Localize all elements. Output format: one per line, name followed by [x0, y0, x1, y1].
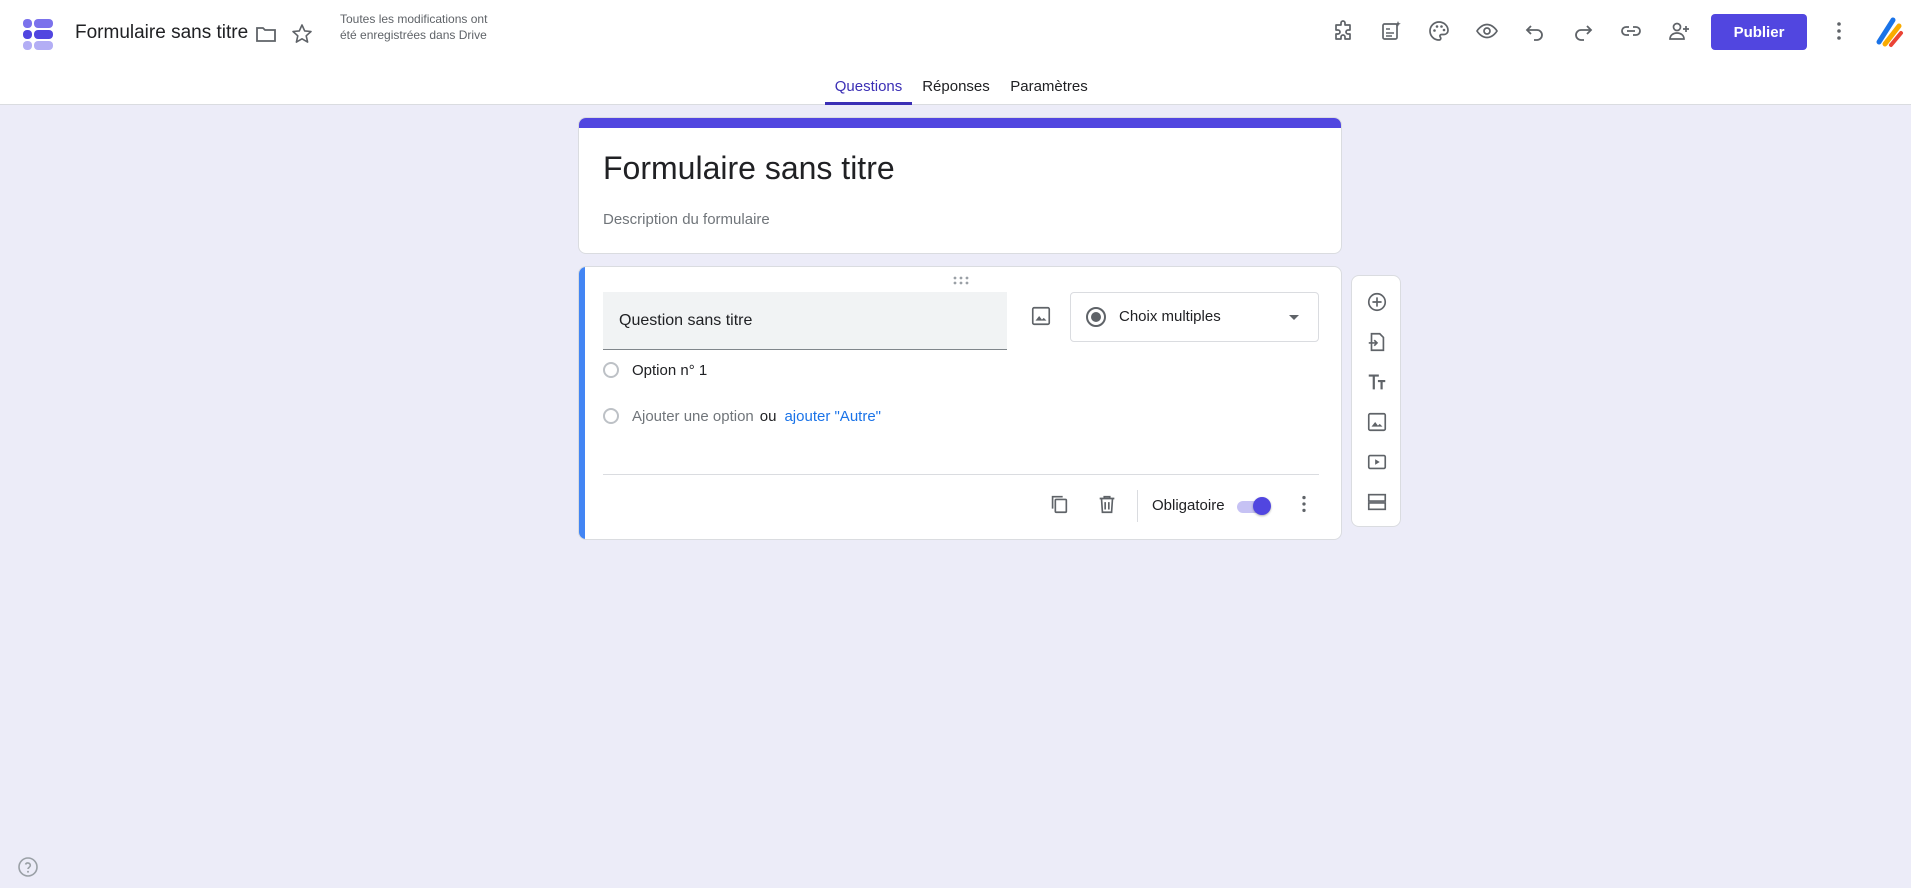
drag-handle-icon[interactable]	[951, 275, 971, 287]
add-title-icon[interactable]	[1365, 370, 1389, 394]
ai-form-icon[interactable]	[1379, 19, 1403, 43]
add-video-icon[interactable]	[1365, 450, 1389, 474]
undo-icon[interactable]	[1523, 19, 1547, 43]
question-type-label: Choix multiples	[1119, 308, 1221, 325]
form-title[interactable]: Formulaire sans titre	[603, 150, 895, 187]
form-description-field[interactable]: Description du formulaire	[603, 211, 770, 228]
forms-logo-icon[interactable]	[20, 16, 56, 52]
tab-responses[interactable]: Réponses	[918, 78, 994, 105]
add-image-icon[interactable]	[1365, 410, 1389, 434]
publish-button[interactable]: Publier	[1711, 14, 1807, 50]
question-card[interactable]: Question sans titre Choix multiples Opti…	[578, 266, 1342, 540]
redo-icon[interactable]	[1571, 19, 1595, 43]
delete-icon[interactable]	[1095, 492, 1119, 516]
addons-icon[interactable]	[1331, 19, 1355, 43]
radio-button-checked-icon	[1086, 307, 1106, 327]
help-icon[interactable]	[17, 856, 39, 878]
required-toggle[interactable]	[1235, 496, 1271, 516]
app-header: Formulaire sans titre Toutes les modific…	[0, 0, 1911, 105]
tab-bar: Questions Réponses Paramètres	[0, 66, 1911, 105]
add-option-row: Ajouter une option ou ajouter "Autre"	[603, 404, 881, 428]
add-option-field[interactable]: Ajouter une option	[632, 408, 754, 425]
add-question-image-icon[interactable]	[1028, 303, 1054, 329]
active-card-indicator	[579, 267, 585, 539]
save-status: Toutes les modifications ont été enregis…	[340, 12, 488, 42]
required-label: Obligatoire	[1152, 497, 1225, 514]
question-title-input[interactable]: Question sans titre	[603, 292, 1007, 350]
duplicate-icon[interactable]	[1047, 492, 1071, 516]
option-label[interactable]: Option n° 1	[632, 362, 707, 379]
toggle-knob	[1253, 497, 1271, 515]
link-icon[interactable]	[1619, 19, 1643, 43]
radio-circle-icon	[603, 408, 619, 424]
tab-settings[interactable]: Paramètres	[1004, 78, 1094, 105]
document-title[interactable]: Formulaire sans titre	[75, 22, 248, 44]
tab-questions[interactable]: Questions	[825, 78, 912, 105]
footer-separator	[1137, 490, 1138, 522]
preview-icon[interactable]	[1475, 19, 1499, 43]
add-question-icon[interactable]	[1365, 290, 1389, 314]
star-icon[interactable]	[290, 22, 314, 46]
add-collaborator-icon[interactable]	[1667, 19, 1691, 43]
chevron-down-icon	[1289, 315, 1299, 320]
more-vert-icon[interactable]	[1827, 19, 1851, 43]
option-row[interactable]: Option n° 1	[603, 358, 707, 382]
palette-icon[interactable]	[1427, 19, 1451, 43]
import-questions-icon[interactable]	[1365, 330, 1389, 354]
question-type-select[interactable]: Choix multiples	[1070, 292, 1319, 342]
form-title-card: Formulaire sans titre Description du for…	[578, 117, 1342, 254]
folder-icon[interactable]	[254, 22, 278, 46]
floating-toolbar	[1351, 275, 1401, 527]
radio-circle-icon	[603, 362, 619, 378]
question-more-icon[interactable]	[1292, 492, 1316, 516]
add-section-icon[interactable]	[1365, 490, 1389, 514]
card-footer-divider	[603, 474, 1319, 475]
add-other-link[interactable]: ajouter "Autre"	[784, 408, 881, 425]
or-text: ou	[759, 407, 777, 425]
account-app-logo-icon[interactable]	[1873, 16, 1905, 48]
theme-accent-bar	[579, 118, 1341, 128]
